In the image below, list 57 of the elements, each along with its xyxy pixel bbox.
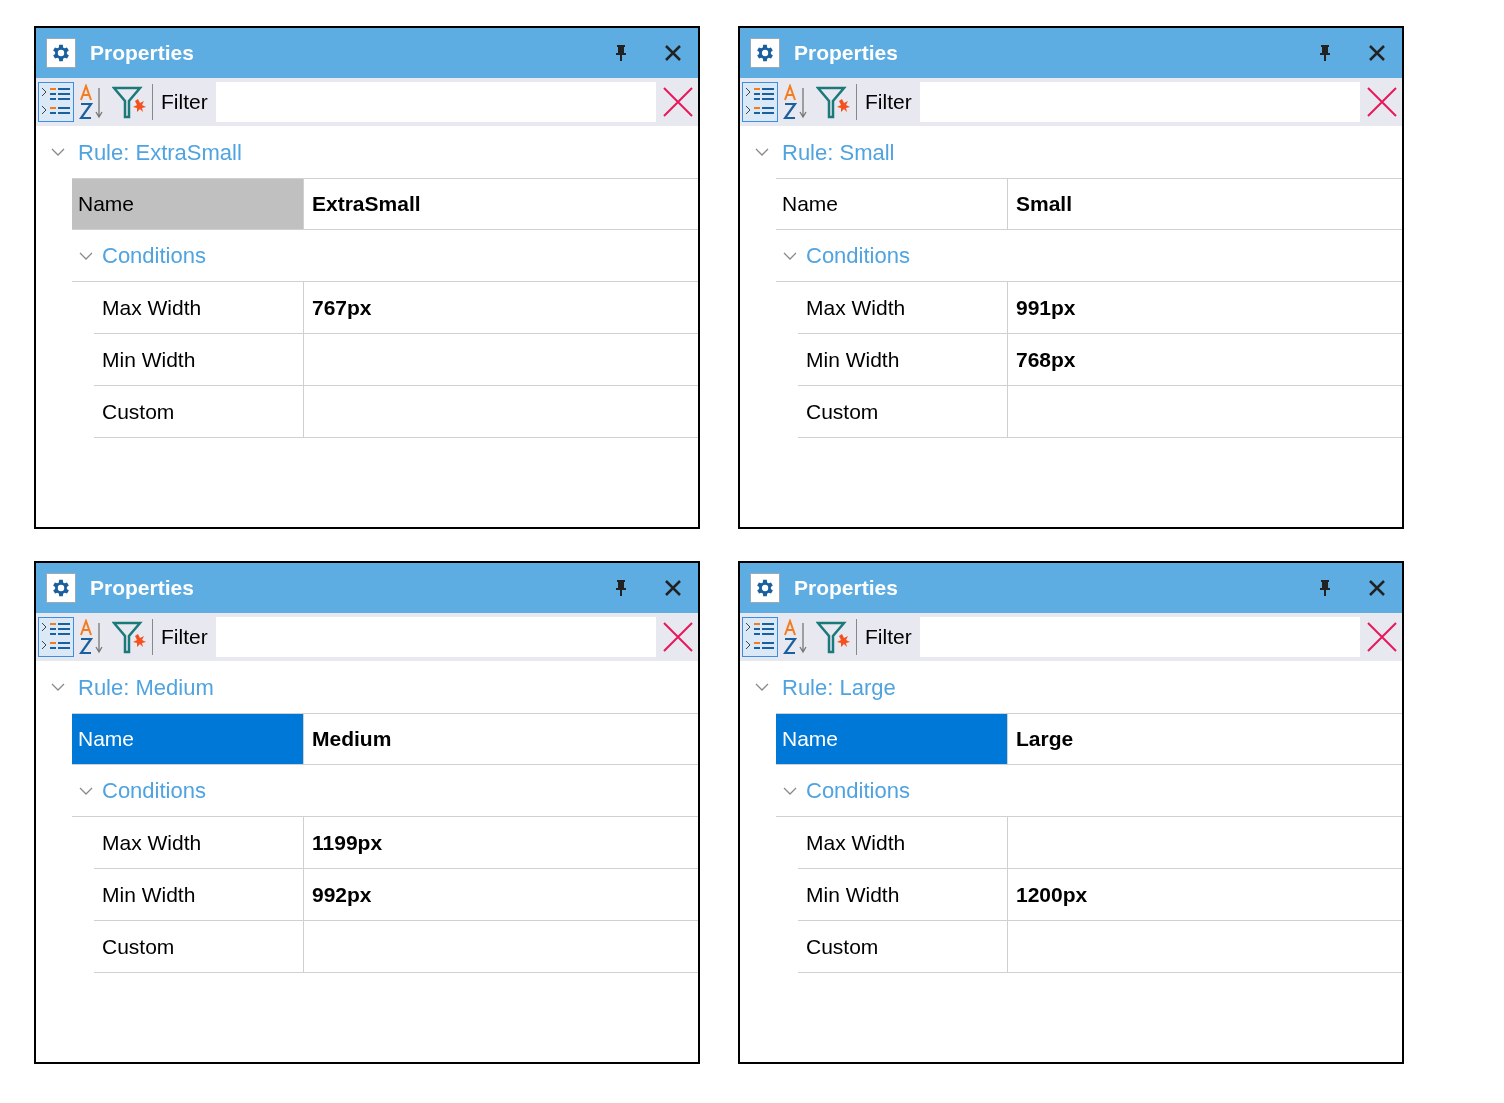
pin-icon[interactable] xyxy=(1318,44,1332,62)
property-name-cell[interactable]: Max Width xyxy=(798,817,1008,868)
property-value-cell[interactable]: Medium xyxy=(304,714,698,764)
property-name-cell[interactable]: Name xyxy=(776,714,1008,764)
clear-filter-icon[interactable] xyxy=(662,86,694,118)
property-name-cell[interactable]: Max Width xyxy=(798,282,1008,333)
property-name-cell[interactable]: Min Width xyxy=(94,869,304,920)
close-icon[interactable] xyxy=(1368,579,1386,597)
categorized-list-icon[interactable] xyxy=(38,82,74,122)
filter-label: Filter xyxy=(864,89,913,116)
property-name-cell[interactable]: Custom xyxy=(94,386,304,437)
property-value-cell[interactable]: Small xyxy=(1008,179,1402,229)
clear-filter-icon[interactable] xyxy=(662,621,694,653)
property-name-cell[interactable]: Max Width xyxy=(94,817,304,868)
gear-icon xyxy=(46,38,76,68)
filter-label: Filter xyxy=(160,89,209,116)
property-value-cell[interactable]: Large xyxy=(1008,714,1402,764)
pin-icon[interactable] xyxy=(1318,579,1332,597)
window-title: Properties xyxy=(794,40,898,67)
property-value-cell[interactable]: 767px xyxy=(304,282,698,333)
property-name-cell[interactable]: Custom xyxy=(94,921,304,972)
gear-icon xyxy=(46,573,76,603)
property-name-cell[interactable]: Min Width xyxy=(798,334,1008,385)
gear-icon xyxy=(750,38,780,68)
property-name-cell[interactable]: Name xyxy=(72,714,304,764)
property-name-cell[interactable]: Name xyxy=(72,179,304,229)
property-value-cell[interactable]: ExtraSmall xyxy=(304,179,698,229)
property-value-cell[interactable]: 1199px xyxy=(304,817,698,868)
property-value-cell[interactable]: 992px xyxy=(304,869,698,920)
gear-icon xyxy=(750,573,780,603)
property-name-cell[interactable]: Max Width xyxy=(94,282,304,333)
filter-icon[interactable] xyxy=(816,85,852,119)
property-value-cell[interactable]: 1200px xyxy=(1008,869,1402,920)
property-value-cell[interactable]: 768px xyxy=(1008,334,1402,385)
close-icon[interactable] xyxy=(1368,44,1386,62)
window-title: Properties xyxy=(90,40,194,67)
clear-filter-icon[interactable] xyxy=(1366,86,1398,118)
filter-icon[interactable] xyxy=(112,85,148,119)
property-name-cell[interactable]: Custom xyxy=(798,921,1008,972)
property-name-cell[interactable]: Min Width xyxy=(94,334,304,385)
pin-icon[interactable] xyxy=(614,579,628,597)
property-name-cell[interactable]: Custom xyxy=(798,386,1008,437)
close-icon[interactable] xyxy=(664,579,682,597)
filter-icon[interactable] xyxy=(112,620,148,654)
pin-icon[interactable] xyxy=(614,44,628,62)
close-icon[interactable] xyxy=(664,44,682,62)
filter-icon[interactable] xyxy=(816,620,852,654)
property-value-cell[interactable]: 991px xyxy=(1008,282,1402,333)
clear-filter-icon[interactable] xyxy=(1366,621,1398,653)
categorized-list-icon[interactable] xyxy=(742,82,778,122)
categorized-list-icon[interactable] xyxy=(38,617,74,657)
window-title: Properties xyxy=(90,575,194,602)
filter-label: Filter xyxy=(864,624,913,651)
property-name-cell[interactable]: Min Width xyxy=(798,869,1008,920)
categorized-list-icon[interactable] xyxy=(742,617,778,657)
window-title: Properties xyxy=(794,575,898,602)
filter-label: Filter xyxy=(160,624,209,651)
